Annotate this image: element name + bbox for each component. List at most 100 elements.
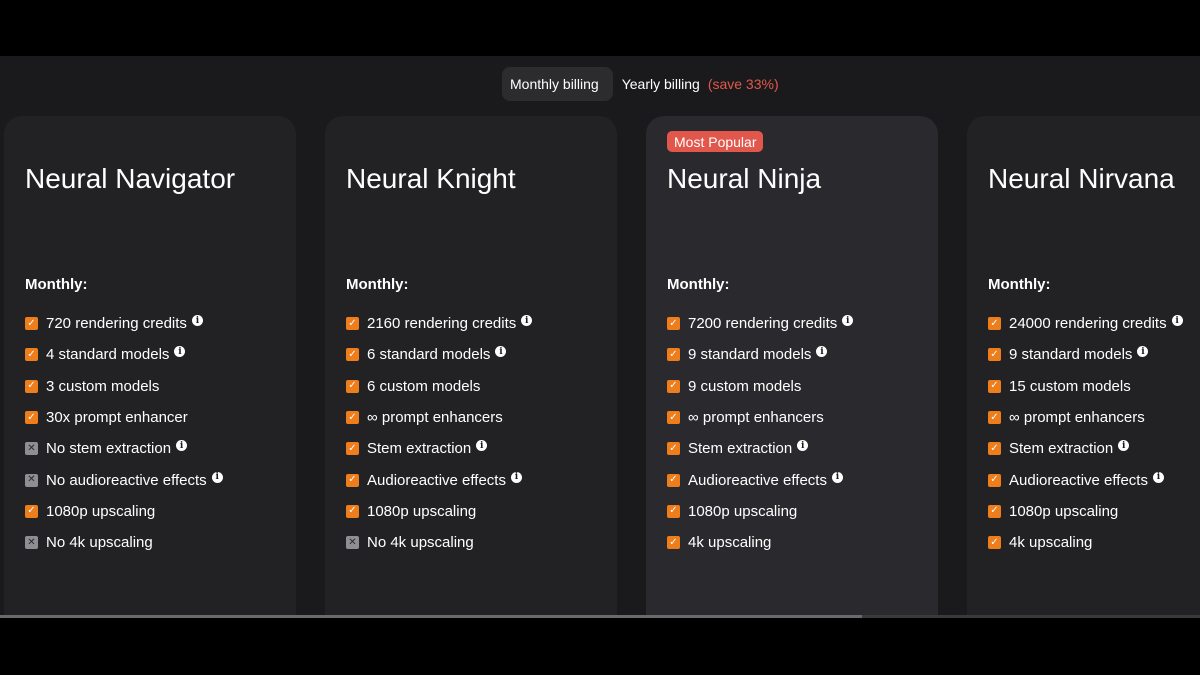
feature-item: ✕ No stem extraction i bbox=[25, 433, 223, 464]
info-icon[interactable]: i bbox=[211, 471, 223, 483]
feature-text: 1080p upscaling bbox=[367, 502, 477, 520]
feature-item: ✓ ∞ prompt enhancers bbox=[346, 402, 532, 433]
info-icon[interactable]: i bbox=[1137, 346, 1149, 358]
feature-item: ✓ Audioreactive effects i bbox=[346, 464, 532, 495]
feature-item: ✕ No 4k upscaling bbox=[25, 527, 223, 558]
feature-text: 1080p upscaling bbox=[1009, 502, 1119, 520]
billing-toggle: Monthly billing Yearly billing (save 33%… bbox=[502, 67, 793, 101]
info-icon[interactable]: i bbox=[476, 440, 488, 452]
feature-text: No stem extraction bbox=[46, 440, 172, 458]
plan-name: Neural Navigator bbox=[25, 163, 236, 194]
feature-text: 9 standard models bbox=[1009, 346, 1133, 364]
feature-text: Audioreactive effects bbox=[688, 471, 827, 489]
scrollbar-thumb[interactable] bbox=[0, 615, 862, 618]
info-icon[interactable]: i bbox=[842, 315, 854, 327]
info-icon[interactable]: i bbox=[816, 346, 828, 358]
feature-text: 4k upscaling bbox=[688, 534, 772, 552]
feature-text: 30x prompt enhancer bbox=[46, 409, 188, 427]
info-icon[interactable]: i bbox=[1171, 315, 1183, 327]
yearly-billing-label: Yearly billing bbox=[621, 76, 700, 92]
feature-text: Stem extraction bbox=[1009, 440, 1114, 458]
info-icon[interactable]: i bbox=[521, 315, 533, 327]
feature-item: ✓ 1080p upscaling bbox=[988, 496, 1183, 527]
most-popular-badge: Most Popular bbox=[667, 131, 764, 152]
feature-text: 6 custom models bbox=[367, 377, 481, 395]
plan-name: Neural Ninja bbox=[667, 163, 822, 194]
plan-name: Neural Knight bbox=[346, 163, 516, 194]
feature-item: ✓ Audioreactive effects i bbox=[988, 464, 1183, 495]
info-icon[interactable]: i bbox=[174, 346, 186, 358]
checkbox-checked-icon: ✓ bbox=[988, 379, 1001, 393]
yearly-save-text: (save 33%) bbox=[707, 76, 779, 92]
feature-item: ✓ 4k upscaling bbox=[988, 527, 1183, 558]
feature-item: ✓ 6 custom models bbox=[346, 371, 532, 402]
info-icon[interactable]: i bbox=[191, 315, 203, 327]
feature-text: 15 custom models bbox=[1009, 377, 1131, 395]
checkbox-checked-icon: ✓ bbox=[667, 348, 680, 362]
horizontal-scrollbar[interactable] bbox=[0, 615, 1200, 618]
feature-text: 720 rendering credits bbox=[46, 315, 187, 333]
checkbox-checked-icon: ✓ bbox=[25, 348, 38, 362]
checkbox-checked-icon: ✓ bbox=[25, 317, 38, 331]
feature-text: ∞ prompt enhancers bbox=[688, 409, 824, 427]
feature-list: ✓ 7200 rendering credits i ✓ 9 standard mode… bbox=[667, 308, 854, 558]
plan-card[interactable]: Neural Nirvana Monthly: ✓ 24000 rendering c… bbox=[967, 116, 1200, 618]
plan-card[interactable]: Neural Navigator Monthly: ✓ 720 rendering c… bbox=[4, 116, 296, 618]
feature-text: 9 custom models bbox=[688, 377, 802, 395]
checkbox-x-icon: ✕ bbox=[346, 536, 359, 550]
info-icon[interactable]: i bbox=[1118, 440, 1130, 452]
feature-item: ✓ 9 custom models bbox=[667, 371, 853, 402]
feature-text: 24000 rendering credits bbox=[1009, 315, 1167, 333]
feature-text: ∞ prompt enhancers bbox=[1009, 409, 1145, 427]
monthly-billing-button[interactable]: Monthly billing bbox=[502, 67, 613, 101]
feature-item: ✓ 24000 rendering credits i bbox=[988, 308, 1183, 339]
billing-period-label: Monthly: bbox=[346, 276, 409, 293]
billing-period-label: Monthly: bbox=[667, 276, 730, 293]
feature-item: ✓ 9 standard models i bbox=[988, 339, 1183, 370]
feature-text: 6 standard models bbox=[367, 346, 491, 364]
checkbox-checked-icon: ✓ bbox=[988, 473, 1001, 487]
checkbox-checked-icon: ✓ bbox=[346, 442, 359, 456]
checkbox-x-icon: ✕ bbox=[25, 442, 38, 456]
feature-text: 3 custom models bbox=[46, 377, 160, 395]
yearly-billing-button[interactable]: Yearly billing (save 33%) bbox=[613, 67, 793, 101]
info-icon[interactable]: i bbox=[831, 471, 843, 483]
feature-item: ✓ ∞ prompt enhancers bbox=[988, 402, 1183, 433]
checkbox-checked-icon: ✓ bbox=[667, 504, 680, 518]
info-icon[interactable]: i bbox=[1152, 471, 1164, 483]
feature-item: ✓ 9 standard models i bbox=[667, 339, 853, 370]
feature-text: 4 standard models bbox=[46, 346, 170, 364]
plan-card[interactable]: Neural Knight Monthly: ✓ 2160 rendering cre… bbox=[325, 116, 617, 618]
checkbox-checked-icon: ✓ bbox=[346, 379, 359, 393]
monthly-billing-label: Monthly billing bbox=[510, 76, 599, 92]
checkbox-checked-icon: ✓ bbox=[25, 504, 38, 518]
feature-item: ✓ Stem extraction i bbox=[667, 433, 853, 464]
info-icon[interactable]: i bbox=[176, 440, 188, 452]
feature-item: ✓ 4k upscaling bbox=[667, 527, 853, 558]
feature-item: ✕ No 4k upscaling bbox=[346, 527, 532, 558]
feature-item: ✓ Stem extraction i bbox=[988, 433, 1183, 464]
checkbox-checked-icon: ✓ bbox=[667, 317, 680, 331]
plan-card[interactable]: Most Popular Neural Ninja Monthly: ✓ 7200 re… bbox=[646, 116, 938, 618]
feature-item: ✓ 15 custom models bbox=[988, 371, 1183, 402]
feature-item: ✓ 1080p upscaling bbox=[25, 496, 223, 527]
feature-item: ✕ No audioreactive effects i bbox=[25, 464, 223, 495]
checkbox-checked-icon: ✓ bbox=[346, 473, 359, 487]
info-icon[interactable]: i bbox=[797, 440, 809, 452]
checkbox-x-icon: ✕ bbox=[25, 536, 38, 550]
info-icon[interactable]: i bbox=[495, 346, 507, 358]
feature-item: ✓ 30x prompt enhancer bbox=[25, 402, 223, 433]
feature-item: ✓ Audioreactive effects i bbox=[667, 464, 853, 495]
feature-text: No audioreactive effects bbox=[46, 471, 207, 489]
feature-text: 4k upscaling bbox=[1009, 534, 1093, 552]
feature-item: ✓ Stem extraction i bbox=[346, 433, 532, 464]
feature-item: ✓ 7200 rendering credits i bbox=[667, 308, 854, 339]
feature-text: Audioreactive effects bbox=[1009, 471, 1148, 489]
checkbox-checked-icon: ✓ bbox=[988, 536, 1001, 550]
info-icon[interactable]: i bbox=[510, 471, 522, 483]
feature-list: ✓ 2160 rendering credits i ✓ 6 standard mode… bbox=[346, 308, 533, 558]
checkbox-checked-icon: ✓ bbox=[667, 379, 680, 393]
feature-text: No 4k upscaling bbox=[46, 534, 153, 552]
feature-item: ✓ 6 standard models i bbox=[346, 339, 532, 370]
feature-text: Audioreactive effects bbox=[367, 471, 506, 489]
